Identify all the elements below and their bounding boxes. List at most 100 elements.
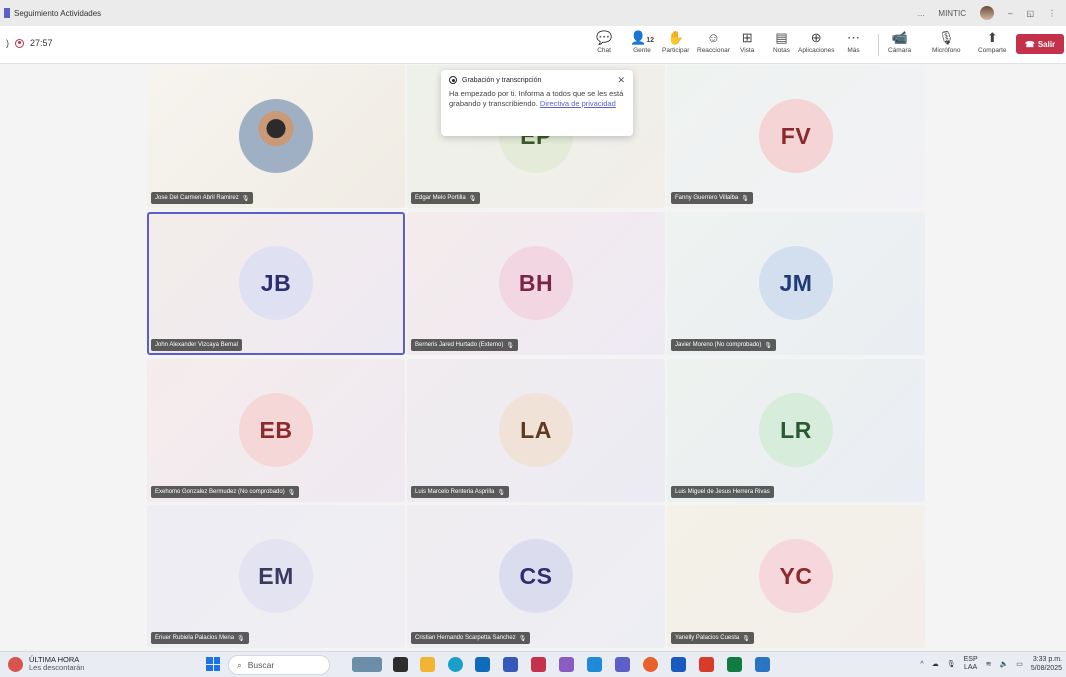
participant-tile[interactable]: JM Javier Moreno (No comprobado) 🎙 xyxy=(667,212,925,355)
participant-name: Berneris Jared Hurtado (Externo) xyxy=(415,342,504,348)
participant-name-tag: Javier Moreno (No comprobado) 🎙 xyxy=(671,339,776,351)
chat-icon: 💬 xyxy=(596,30,613,45)
wifi-icon[interactable]: ≋ xyxy=(986,660,992,668)
chat-button[interactable]: 💬 Chat xyxy=(596,29,612,54)
participant-name: Luis Miguel de Jesus Herrera Rivas xyxy=(675,489,770,495)
participant-name-tag: John Alexander Vizcaya Bernal xyxy=(151,339,242,351)
ellipsis-icon: ⋯ xyxy=(847,30,860,45)
participant-name: Exehomo Gonzalez Bermudez (No comprobado… xyxy=(155,489,285,495)
pdf-icon[interactable] xyxy=(699,657,714,672)
edge-browser-icon[interactable] xyxy=(448,657,463,672)
elapsed-time: 27:57 xyxy=(30,38,53,48)
news-icon xyxy=(8,656,23,672)
participant-name: Luis Marcelo Renteria Asprilla xyxy=(415,489,495,495)
participant-avatar: JM xyxy=(759,246,833,320)
mic-muted-icon: 🎙 xyxy=(764,342,772,349)
participant-tile[interactable]: FV Fanny Guerrero Villalba 🎙 xyxy=(667,65,925,208)
react-button[interactable]: ☺ Reaccionar xyxy=(697,29,730,54)
close-button[interactable]: ⋮ xyxy=(1048,9,1056,18)
participant-name-tag: Edgar Melo Portilla 🎙 xyxy=(411,192,481,204)
share-icon: ⬆ xyxy=(986,30,998,45)
taskbar-search[interactable]: ⌕ Buscar xyxy=(228,655,330,675)
news-widget[interactable]: ÚLTIMA HORA Les descontarán xyxy=(8,656,84,672)
cloud-icon[interactable]: ☁ xyxy=(932,660,939,668)
people-button[interactable]: 👤12 Gente xyxy=(630,29,654,54)
recording-icon xyxy=(449,76,457,84)
mic-muted-icon: 🎙 xyxy=(237,635,245,642)
microphone-button[interactable]: 🎙 Micrófono xyxy=(932,29,961,54)
participant-avatar: LR xyxy=(759,393,833,467)
word-icon[interactable] xyxy=(671,657,686,672)
camera-button[interactable]: 📹 Cámara xyxy=(888,29,911,54)
participant-avatar: LA xyxy=(499,393,573,467)
participant-name: Fanny Guerrero Villalba xyxy=(675,195,739,201)
share-button[interactable]: ⬆ Comparte xyxy=(978,29,1007,54)
store-icon[interactable] xyxy=(475,657,490,672)
privacy-policy-link[interactable]: Directiva de privacidad xyxy=(540,99,616,108)
mic-muted-icon: 🎙 xyxy=(287,489,296,496)
mic-muted-icon: 🎙 xyxy=(506,342,514,349)
teams-icon[interactable] xyxy=(615,657,630,672)
participant-tile[interactable]: LR Luis Miguel de Jesus Herrera Rivas xyxy=(667,359,925,502)
org-name: MINTIC xyxy=(938,8,966,18)
notes-button[interactable]: ▤ Notas xyxy=(773,29,790,54)
participant-name-tag: Jose Del Carmen Abril Ramirez 🎙 xyxy=(151,192,254,204)
more-options-icon[interactable]: ... xyxy=(918,9,925,18)
volume-icon[interactable]: 🔈 xyxy=(1000,660,1009,668)
participant-name: John Alexander Vizcaya Bernal xyxy=(155,342,238,348)
chrome-icon[interactable] xyxy=(643,657,658,672)
participant-tile[interactable]: JB John Alexander Vizcaya Bernal xyxy=(147,212,405,355)
participant-name: Yanelly Palacios Cuesta xyxy=(675,635,740,641)
minimize-button[interactable]: – xyxy=(1008,9,1012,18)
chevron-up-icon[interactable]: ^ xyxy=(920,661,923,668)
participant-tile[interactable]: CS Cristian Hernando Scarpetta Sanchez 🎙 xyxy=(407,505,665,648)
teams-app-icon xyxy=(4,8,10,18)
close-icon[interactable]: ✕ xyxy=(617,75,625,86)
restore-button[interactable]: ◱ xyxy=(1026,9,1034,18)
participant-tile[interactable]: Jose Del Carmen Abril Ramirez 🎙 xyxy=(147,65,405,208)
task-view-icon[interactable] xyxy=(393,657,408,672)
participant-avatar: EM xyxy=(239,539,313,613)
user-avatar[interactable] xyxy=(979,6,994,20)
raise-hand-button[interactable]: ✋ Participar xyxy=(662,29,689,54)
view-button[interactable]: ⊞ Vista xyxy=(740,29,754,54)
camera-off-icon: 📹 xyxy=(891,30,908,45)
weather-widget-icon[interactable] xyxy=(352,657,382,672)
windows-start-icon[interactable] xyxy=(206,657,220,671)
language-indicator[interactable]: ESP LAA xyxy=(964,656,978,672)
clock[interactable]: 3:33 p.m. 5/08/2025 xyxy=(1031,655,1062,673)
file-explorer-icon[interactable] xyxy=(420,657,435,672)
app-icon[interactable] xyxy=(559,657,574,672)
participant-avatar: YC xyxy=(759,539,833,613)
apps-button[interactable]: ⊕ Aplicaciones xyxy=(798,29,835,54)
popup-title: Grabación y transcripción xyxy=(462,76,542,84)
excel-icon[interactable] xyxy=(727,657,742,672)
participant-name-tag: Cristian Hernando Scarpetta Sanchez 🎙 xyxy=(411,632,531,644)
app-icon[interactable] xyxy=(587,657,602,672)
leave-button[interactable]: ☎ Salir xyxy=(1016,34,1064,54)
notes-icon: ▤ xyxy=(775,30,788,45)
mic-off-icon[interactable]: 🎙 xyxy=(947,660,956,668)
participant-tile[interactable]: LA Luis Marcelo Renteria Asprilla 🎙 xyxy=(407,359,665,502)
participant-tile[interactable]: EB Exehomo Gonzalez Bermudez (No comproba… xyxy=(147,359,405,502)
add-app-icon: ⊕ xyxy=(810,30,822,45)
participant-name-tag: Enuer Rubiela Palacios Mena 🎙 xyxy=(151,632,249,644)
participant-avatar: BH xyxy=(499,246,573,320)
mic-muted-icon: 🎙 xyxy=(497,489,505,496)
participant-name: Cristian Hernando Scarpetta Sanchez xyxy=(415,635,516,641)
participant-tile[interactable]: EM Enuer Rubiela Palacios Mena 🎙 xyxy=(147,505,405,648)
more-button[interactable]: ⋯ Más xyxy=(847,29,860,54)
recording-timer: ) 27:57 xyxy=(6,38,53,48)
participant-name: Enuer Rubiela Palacios Mena xyxy=(155,635,235,641)
recording-icon xyxy=(15,38,24,48)
participant-tile[interactable]: BH Berneris Jared Hurtado (Externo) 🎙 xyxy=(407,212,665,355)
battery-icon[interactable]: ▭ xyxy=(1016,660,1023,668)
participant-avatar: FV xyxy=(759,99,833,173)
participant-avatar: EB xyxy=(239,393,313,467)
app-icon[interactable] xyxy=(755,657,770,672)
participant-tile[interactable]: YC Yanelly Palacios Cuesta 🎙 xyxy=(667,505,925,648)
meeting-toolbar: ) 27:57 💬 Chat 👤12 Gente ✋ Participar ☺ … xyxy=(0,26,1066,64)
app-icon[interactable] xyxy=(503,657,518,672)
app-icon[interactable] xyxy=(531,657,546,672)
recording-notice-popup: Grabación y transcripción ✕ Ha empezado … xyxy=(441,70,633,136)
